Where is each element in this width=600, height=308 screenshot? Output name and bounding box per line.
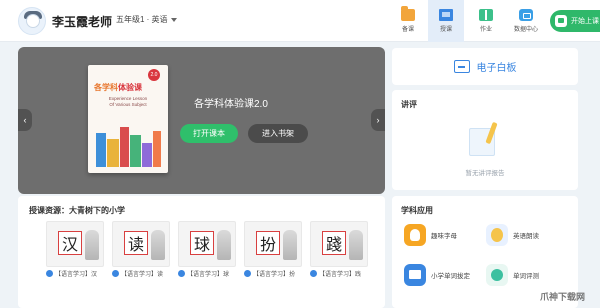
- start-class-icon: [555, 15, 567, 27]
- teaching-resources-panel: 授课资源：大青树下的小学 汉 【语言学习】汉 读 【语言学习】读 球 【语言学习…: [18, 196, 385, 308]
- course-title: 各学科体验课2.0: [194, 99, 268, 110]
- app-english-reading[interactable]: 英语朗读: [486, 224, 539, 246]
- app-word-practice[interactable]: 小学单词拔定: [404, 264, 470, 286]
- resource-item[interactable]: 球 【语言学习】球: [178, 221, 236, 281]
- download-icon[interactable]: [46, 270, 53, 277]
- resource-character: 汉: [58, 231, 82, 255]
- book-cover-title-part1: 各学科: [94, 83, 118, 92]
- word-evaluation-icon: [486, 264, 508, 286]
- book-cover-title: 各学科体验课: [94, 82, 142, 93]
- ink-painting-decoration: [349, 230, 363, 260]
- english-reading-icon: [486, 224, 508, 246]
- resources-title: 授课资源：大青树下的小学: [29, 206, 125, 215]
- evaluation-title: 讲评: [401, 100, 417, 109]
- resource-thumbnail: 读: [112, 221, 170, 267]
- evaluation-panel: 讲评 暂无讲评报告: [392, 90, 578, 190]
- apps-title: 学科应用: [401, 206, 433, 215]
- book-illustration-stack: [107, 139, 119, 167]
- resource-item[interactable]: 汉 【语言学习】汉: [46, 221, 104, 281]
- book-cover[interactable]: 2.0 各学科体验课 Experience Lesson Of Various …: [88, 65, 168, 173]
- book-illustration-stack: [130, 135, 141, 167]
- resource-caption: 【语言学习】球: [187, 272, 230, 278]
- book-cover-title-part2: 体验课: [118, 83, 142, 92]
- book-illustration-stack: [153, 131, 161, 167]
- banner-prev-arrow-icon[interactable]: ‹: [18, 109, 32, 131]
- download-icon[interactable]: [178, 270, 185, 277]
- app-label: 单词评测: [513, 273, 539, 280]
- download-icon[interactable]: [244, 270, 251, 277]
- resource-character: 读: [124, 231, 148, 255]
- nav-prepare[interactable]: 备课: [390, 0, 426, 42]
- word-practice-icon: [404, 264, 426, 286]
- resource-item[interactable]: 扮 【语言学习】扮: [244, 221, 302, 281]
- data-center-icon: [519, 9, 533, 21]
- nav-teach-label: 授课: [439, 27, 452, 33]
- book-subtitle-line2: Of Various Subject: [109, 102, 147, 107]
- book-cover-subtitle: Experience Lesson Of Various Subject: [88, 96, 168, 108]
- resource-item[interactable]: 读 【语言学习】读: [112, 221, 170, 281]
- resource-thumbnail: 扮: [244, 221, 302, 267]
- resource-caption: 【语言学习】扮: [253, 272, 296, 278]
- download-icon[interactable]: [112, 270, 119, 277]
- nav-data-center[interactable]: 数据中心: [506, 0, 546, 42]
- ink-painting-decoration: [85, 230, 99, 260]
- teacher-avatar[interactable]: [18, 7, 46, 35]
- fun-alphabet-icon: [404, 224, 426, 246]
- book-illustration-stack: [120, 127, 129, 167]
- site-watermark: 爪神下载网: [540, 292, 586, 302]
- resource-caption-row: 【语言学习】球: [178, 269, 242, 278]
- start-class-button[interactable]: 开始上课: [550, 10, 600, 32]
- avatar-face-shape: [26, 14, 40, 28]
- teacher-name: 李玉霞老师: [52, 15, 113, 29]
- app-label: 小学单词拔定: [431, 273, 470, 280]
- resource-thumbnail: 球: [178, 221, 236, 267]
- enter-bookshelf-button[interactable]: 进入书架: [248, 124, 308, 143]
- whiteboard-button[interactable]: 电子白板: [392, 48, 578, 85]
- nav-homework[interactable]: 作业: [468, 0, 504, 42]
- resource-character: 球: [190, 231, 214, 255]
- homework-book-icon: [479, 9, 493, 21]
- ink-painting-decoration: [217, 230, 231, 260]
- resource-character: 扮: [256, 231, 280, 255]
- resource-caption: 【语言学习】践: [319, 272, 362, 278]
- resource-item[interactable]: 踐 【语言学习】践: [310, 221, 368, 281]
- resource-thumbnail: 踐: [310, 221, 368, 267]
- app-word-evaluation[interactable]: 单词评测: [486, 264, 539, 286]
- whiteboard-icon: [453, 60, 470, 73]
- prepare-folder-icon: [401, 6, 415, 21]
- empty-report-illustration-icon: [465, 121, 505, 158]
- chevron-down-icon: [170, 17, 177, 22]
- download-icon[interactable]: [310, 270, 317, 277]
- nav-homework-label: 作业: [479, 27, 492, 33]
- book-illustration-stack: [96, 133, 106, 167]
- nav-prepare-label: 备课: [401, 27, 414, 33]
- book-illustration-stack: [142, 143, 152, 167]
- resource-thumbnail: 汉: [46, 221, 104, 267]
- resource-caption: 【语言学习】汉: [55, 272, 98, 278]
- resource-caption: 【语言学习】读: [121, 272, 164, 278]
- app-fun-alphabet[interactable]: 趣味字母: [404, 224, 457, 246]
- resource-caption-row: 【语言学习】扮: [244, 269, 308, 278]
- grade-subject-select[interactable]: 五年级1 · 英语: [116, 14, 177, 25]
- start-class-label: 开始上课: [571, 18, 599, 25]
- grade-subject-value: 五年级1 · 英语: [116, 15, 168, 24]
- nav-teach[interactable]: 授课: [428, 0, 464, 42]
- teach-screen-icon: [439, 9, 453, 21]
- app-label: 英语朗读: [513, 233, 539, 240]
- resource-character: 踐: [322, 231, 346, 255]
- app-label: 趣味字母: [431, 233, 457, 240]
- top-header: 李玉霞老师 五年级1 · 英语 备课 授课 作业 数据中心 开始上课: [0, 0, 600, 42]
- course-banner: ‹ › 2.0 各学科体验课 Experience Lesson Of Vari…: [18, 47, 385, 194]
- banner-next-arrow-icon[interactable]: ›: [371, 109, 385, 131]
- ink-painting-decoration: [151, 230, 165, 260]
- book-version-badge: 2.0: [148, 69, 160, 81]
- resource-caption-row: 【语言学习】汉: [46, 269, 110, 278]
- open-textbook-button[interactable]: 打开课本: [180, 124, 238, 143]
- resource-caption-row: 【语言学习】读: [112, 269, 176, 278]
- resource-caption-row: 【语言学习】践: [310, 269, 374, 278]
- whiteboard-label: 电子白板: [476, 63, 517, 74]
- ink-painting-decoration: [283, 230, 297, 260]
- nav-data-center-label: 数据中心: [513, 27, 538, 33]
- evaluation-empty-text: 暂无讲评报告: [465, 170, 505, 177]
